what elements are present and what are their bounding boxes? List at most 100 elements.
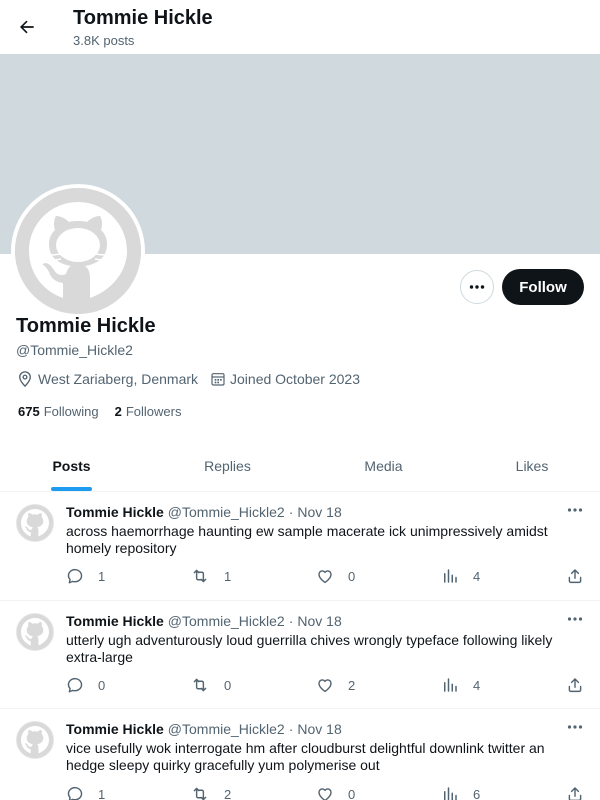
post-header: Tommie Hickle @Tommie_Hickle2 · Nov 18 — [66, 504, 342, 520]
post-text: utterly ugh adventurously loud guerrilla… — [66, 632, 553, 665]
repost-icon — [193, 787, 207, 800]
post-actions: 0 0 2 4 — [66, 676, 586, 696]
tab-media[interactable]: Media — [312, 440, 455, 492]
like-button[interactable]: 2 — [316, 676, 355, 694]
tab-likes[interactable]: Likes — [462, 440, 600, 492]
profile-location: West Zariaberg, Denmark — [16, 370, 198, 388]
profile-handle: @Tommie_Hickle2 — [16, 342, 133, 358]
repost-icon — [193, 678, 207, 692]
post-item[interactable]: Tommie Hickle @Tommie_Hickle2 · Nov 18 u… — [0, 601, 600, 709]
repost-button[interactable]: 0 — [190, 676, 231, 694]
post-header: Tommie Hickle @Tommie_Hickle2 · Nov 18 — [66, 613, 342, 629]
like-count: 2 — [348, 677, 356, 693]
like-count: 0 — [348, 568, 356, 584]
post-more-button[interactable] — [565, 611, 585, 627]
post-date[interactable]: Nov 18 — [297, 504, 341, 520]
location-pin-icon — [19, 371, 31, 388]
post-separator: · — [288, 613, 294, 629]
profile-header: Tommie Hickle 3.8K posts — [0, 0, 600, 54]
post-text: across haemorrhage haunting ew sample ma… — [66, 523, 548, 556]
active-tab-indicator — [51, 487, 92, 491]
like-button[interactable]: 0 — [316, 785, 355, 800]
views-chart-icon — [444, 678, 457, 692]
post-separator: · — [288, 721, 294, 737]
tab-replies[interactable]: Replies — [156, 440, 299, 492]
post-more-button[interactable] — [565, 502, 585, 518]
repost-icon — [193, 569, 207, 583]
post-date[interactable]: Nov 18 — [297, 613, 341, 629]
heart-icon — [318, 679, 332, 693]
back-button[interactable] — [12, 12, 42, 42]
like-button[interactable]: 0 — [316, 567, 355, 585]
post-handle[interactable]: @Tommie_Hickle2 — [168, 721, 285, 737]
share-icon — [568, 678, 582, 693]
profile-meta: West Zariaberg, Denmark Joined October 2… — [16, 370, 372, 388]
followers-link[interactable]: 2 Followers — [115, 404, 182, 419]
share-button[interactable] — [566, 785, 598, 800]
views-chart-icon — [444, 787, 457, 800]
followers-label: Followers — [125, 404, 182, 419]
profile-name: Tommie Hickle — [16, 315, 156, 337]
post-actions: 1 2 0 6 — [66, 785, 586, 800]
post-avatar[interactable] — [16, 504, 54, 542]
post-item[interactable]: Tommie Hickle @Tommie_Hickle2 · Nov 18 a… — [0, 492, 600, 601]
repost-count: 0 — [224, 677, 232, 693]
repost-button[interactable]: 1 — [190, 567, 231, 585]
views-count: 4 — [473, 568, 481, 584]
post-author[interactable]: Tommie Hickle — [66, 613, 164, 629]
post-handle[interactable]: @Tommie_Hickle2 — [168, 504, 285, 520]
post-author[interactable]: Tommie Hickle — [66, 504, 164, 520]
header-post-count: 3.8K posts — [73, 33, 135, 48]
post-avatar[interactable] — [16, 721, 54, 759]
views-count: 6 — [473, 786, 481, 800]
more-horizontal-icon — [567, 725, 583, 729]
tab-posts[interactable]: Posts — [0, 440, 143, 492]
views-button[interactable]: 4 — [441, 567, 480, 585]
more-horizontal-icon — [567, 617, 583, 621]
github-octocat-icon — [15, 188, 141, 314]
reply-button[interactable]: 0 — [66, 676, 105, 694]
github-octocat-icon — [17, 722, 53, 758]
repost-button[interactable]: 2 — [190, 785, 231, 800]
views-button[interactable]: 4 — [441, 676, 480, 694]
reply-icon — [67, 677, 83, 693]
calendar-icon — [211, 373, 225, 386]
profile-avatar[interactable] — [11, 184, 145, 318]
location-text: West Zariaberg, Denmark — [38, 371, 199, 387]
repost-count: 1 — [224, 568, 232, 584]
github-octocat-icon — [17, 614, 53, 650]
views-button[interactable]: 6 — [441, 785, 480, 800]
profile-tabs: Posts Replies Media Likes — [0, 440, 600, 492]
views-chart-icon — [444, 569, 457, 583]
post-header: Tommie Hickle @Tommie_Hickle2 · Nov 18 — [66, 721, 342, 737]
follow-stats: 675 Following 2 Followers — [18, 404, 197, 419]
post-date[interactable]: Nov 18 — [297, 721, 341, 737]
repost-count: 2 — [224, 786, 232, 800]
followers-count: 2 — [114, 404, 122, 419]
share-icon — [568, 787, 582, 800]
reply-icon — [67, 786, 83, 800]
reply-button[interactable]: 1 — [66, 785, 105, 800]
arrow-left-icon — [19, 20, 34, 34]
following-link[interactable]: 675 Following — [18, 404, 99, 419]
reply-count: 1 — [98, 786, 106, 800]
like-count: 0 — [348, 786, 356, 800]
post-separator: · — [288, 504, 294, 520]
profile-more-button[interactable] — [460, 270, 494, 304]
profile-joined: Joined October 2023 — [210, 371, 360, 387]
post-more-button[interactable] — [565, 719, 585, 735]
joined-text: Joined October 2023 — [230, 371, 360, 387]
post-item[interactable]: Tommie Hickle @Tommie_Hickle2 · Nov 18 v… — [0, 709, 600, 800]
share-button[interactable] — [566, 676, 598, 694]
share-icon — [568, 569, 582, 584]
post-avatar[interactable] — [16, 613, 54, 651]
follow-button[interactable]: Follow — [502, 269, 584, 305]
post-handle[interactable]: @Tommie_Hickle2 — [168, 613, 285, 629]
reply-count: 1 — [98, 568, 106, 584]
post-text: vice usefully wok interrogate hm after c… — [66, 740, 545, 773]
more-horizontal-icon — [567, 508, 583, 512]
reply-button[interactable]: 1 — [66, 567, 105, 585]
share-button[interactable] — [566, 567, 598, 585]
following-count: 675 — [18, 404, 40, 419]
post-author[interactable]: Tommie Hickle — [66, 721, 164, 737]
